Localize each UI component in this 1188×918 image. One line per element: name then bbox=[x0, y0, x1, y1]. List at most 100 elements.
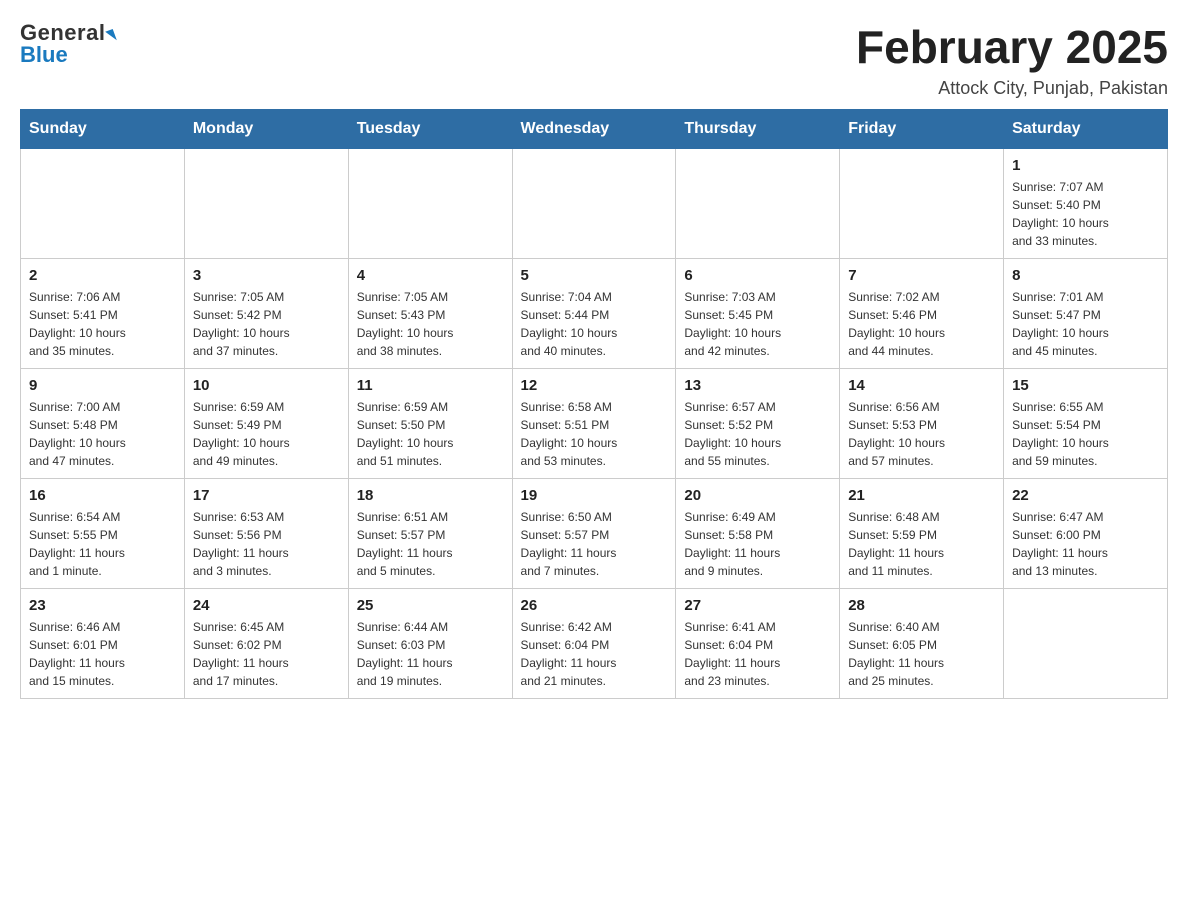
day-info: Sunrise: 6:53 AMSunset: 5:56 PMDaylight:… bbox=[193, 508, 340, 580]
day-info: Sunrise: 6:40 AMSunset: 6:05 PMDaylight:… bbox=[848, 618, 995, 690]
calendar-week-row: 16 Sunrise: 6:54 AMSunset: 5:55 PMDayligh… bbox=[21, 479, 1168, 589]
calendar-cell: 28 Sunrise: 6:40 AMSunset: 6:05 PMDayligh… bbox=[840, 589, 1004, 699]
weekday-header-tuesday: Tuesday bbox=[348, 110, 512, 149]
day-info: Sunrise: 6:45 AMSunset: 6:02 PMDaylight:… bbox=[193, 618, 340, 690]
page-header: General Blue February 2025 Attock City, … bbox=[20, 20, 1168, 99]
location: Attock City, Punjab, Pakistan bbox=[856, 78, 1168, 99]
day-number: 22 bbox=[1012, 487, 1159, 504]
day-info: Sunrise: 6:54 AMSunset: 5:55 PMDaylight:… bbox=[29, 508, 176, 580]
weekday-header-wednesday: Wednesday bbox=[512, 110, 676, 149]
day-info: Sunrise: 6:47 AMSunset: 6:00 PMDaylight:… bbox=[1012, 508, 1159, 580]
day-number: 13 bbox=[684, 377, 831, 394]
calendar-table: SundayMondayTuesdayWednesdayThursdayFrid… bbox=[20, 109, 1168, 699]
day-number: 24 bbox=[193, 597, 340, 614]
calendar-cell: 17 Sunrise: 6:53 AMSunset: 5:56 PMDayligh… bbox=[184, 479, 348, 589]
day-number: 25 bbox=[357, 597, 504, 614]
calendar-cell: 18Sunrise: 6:51 AMSunset: 5:57 PMDayligh… bbox=[348, 479, 512, 589]
day-number: 17 bbox=[193, 487, 340, 504]
title-block: February 2025 Attock City, Punjab, Pakis… bbox=[856, 20, 1168, 99]
weekday-header-saturday: Saturday bbox=[1004, 110, 1168, 149]
day-number: 2 bbox=[29, 267, 176, 284]
day-info: Sunrise: 7:05 AMSunset: 5:42 PMDaylight:… bbox=[193, 288, 340, 360]
calendar-cell: 22 Sunrise: 6:47 AMSunset: 6:00 PMDayligh… bbox=[1004, 479, 1168, 589]
calendar-cell: 6 Sunrise: 7:03 AMSunset: 5:45 PMDaylight… bbox=[676, 259, 840, 369]
calendar-week-row: 9 Sunrise: 7:00 AMSunset: 5:48 PMDaylight… bbox=[21, 369, 1168, 479]
day-info: Sunrise: 7:07 AMSunset: 5:40 PMDaylight:… bbox=[1012, 178, 1159, 250]
calendar-week-row: 2 Sunrise: 7:06 AMSunset: 5:41 PMDaylight… bbox=[21, 259, 1168, 369]
day-number: 28 bbox=[848, 597, 995, 614]
day-info: Sunrise: 6:41 AMSunset: 6:04 PMDaylight:… bbox=[684, 618, 831, 690]
calendar-cell: 27 Sunrise: 6:41 AMSunset: 6:04 PMDayligh… bbox=[676, 589, 840, 699]
day-info: Sunrise: 7:01 AMSunset: 5:47 PMDaylight:… bbox=[1012, 288, 1159, 360]
day-info: Sunrise: 7:04 AMSunset: 5:44 PMDaylight:… bbox=[521, 288, 668, 360]
day-info: Sunrise: 6:56 AMSunset: 5:53 PMDaylight:… bbox=[848, 398, 995, 470]
calendar-cell bbox=[348, 149, 512, 259]
weekday-header-friday: Friday bbox=[840, 110, 1004, 149]
calendar-week-row: 23 Sunrise: 6:46 AMSunset: 6:01 PMDayligh… bbox=[21, 589, 1168, 699]
calendar-cell: 12 Sunrise: 6:58 AMSunset: 5:51 PMDayligh… bbox=[512, 369, 676, 479]
day-number: 19 bbox=[521, 487, 668, 504]
calendar-cell: 16 Sunrise: 6:54 AMSunset: 5:55 PMDayligh… bbox=[21, 479, 185, 589]
weekday-header-thursday: Thursday bbox=[676, 110, 840, 149]
day-number: 26 bbox=[521, 597, 668, 614]
calendar-cell: 7 Sunrise: 7:02 AMSunset: 5:46 PMDaylight… bbox=[840, 259, 1004, 369]
day-number: 21 bbox=[848, 487, 995, 504]
day-info: Sunrise: 6:42 AMSunset: 6:04 PMDaylight:… bbox=[521, 618, 668, 690]
day-number: 6 bbox=[684, 267, 831, 284]
calendar-cell: 11 Sunrise: 6:59 AMSunset: 5:50 PMDayligh… bbox=[348, 369, 512, 479]
calendar-cell bbox=[1004, 589, 1168, 699]
day-info: Sunrise: 6:50 AMSunset: 5:57 PMDaylight:… bbox=[521, 508, 668, 580]
calendar-cell: 4 Sunrise: 7:05 AMSunset: 5:43 PMDaylight… bbox=[348, 259, 512, 369]
day-number: 20 bbox=[684, 487, 831, 504]
calendar-cell: 23 Sunrise: 6:46 AMSunset: 6:01 PMDayligh… bbox=[21, 589, 185, 699]
day-info: Sunrise: 7:02 AMSunset: 5:46 PMDaylight:… bbox=[848, 288, 995, 360]
day-info: Sunrise: 7:06 AMSunset: 5:41 PMDaylight:… bbox=[29, 288, 176, 360]
weekday-header-sunday: Sunday bbox=[21, 110, 185, 149]
logo-blue-text: Blue bbox=[20, 42, 68, 68]
calendar-cell bbox=[21, 149, 185, 259]
day-info: Sunrise: 6:57 AMSunset: 5:52 PMDaylight:… bbox=[684, 398, 831, 470]
calendar-cell: 5 Sunrise: 7:04 AMSunset: 5:44 PMDaylight… bbox=[512, 259, 676, 369]
day-number: 14 bbox=[848, 377, 995, 394]
calendar-cell: 10 Sunrise: 6:59 AMSunset: 5:49 PMDayligh… bbox=[184, 369, 348, 479]
day-number: 11 bbox=[357, 377, 504, 394]
day-info: Sunrise: 6:58 AMSunset: 5:51 PMDaylight:… bbox=[521, 398, 668, 470]
weekday-header-row: SundayMondayTuesdayWednesdayThursdayFrid… bbox=[21, 110, 1168, 149]
month-title: February 2025 bbox=[856, 20, 1168, 74]
day-number: 9 bbox=[29, 377, 176, 394]
calendar-cell: 1 Sunrise: 7:07 AMSunset: 5:40 PMDaylight… bbox=[1004, 149, 1168, 259]
logo-triangle-icon bbox=[106, 29, 118, 43]
day-number: 7 bbox=[848, 267, 995, 284]
day-info: Sunrise: 7:03 AMSunset: 5:45 PMDaylight:… bbox=[684, 288, 831, 360]
calendar-cell: 9 Sunrise: 7:00 AMSunset: 5:48 PMDaylight… bbox=[21, 369, 185, 479]
day-number: 12 bbox=[521, 377, 668, 394]
calendar-cell: 2 Sunrise: 7:06 AMSunset: 5:41 PMDaylight… bbox=[21, 259, 185, 369]
day-info: Sunrise: 7:00 AMSunset: 5:48 PMDaylight:… bbox=[29, 398, 176, 470]
calendar-cell: 19 Sunrise: 6:50 AMSunset: 5:57 PMDayligh… bbox=[512, 479, 676, 589]
logo: General Blue bbox=[20, 20, 115, 68]
day-info: Sunrise: 6:59 AMSunset: 5:50 PMDaylight:… bbox=[357, 398, 504, 470]
calendar-cell: 25Sunrise: 6:44 AMSunset: 6:03 PMDayligh… bbox=[348, 589, 512, 699]
day-number: 10 bbox=[193, 377, 340, 394]
day-number: 18 bbox=[357, 487, 504, 504]
calendar-cell: 20 Sunrise: 6:49 AMSunset: 5:58 PMDayligh… bbox=[676, 479, 840, 589]
day-info: Sunrise: 7:05 AMSunset: 5:43 PMDaylight:… bbox=[357, 288, 504, 360]
day-number: 5 bbox=[521, 267, 668, 284]
day-info: Sunrise: 6:59 AMSunset: 5:49 PMDaylight:… bbox=[193, 398, 340, 470]
day-info: Sunrise: 6:49 AMSunset: 5:58 PMDaylight:… bbox=[684, 508, 831, 580]
calendar-cell: 15 Sunrise: 6:55 AMSunset: 5:54 PMDayligh… bbox=[1004, 369, 1168, 479]
calendar-cell: 26 Sunrise: 6:42 AMSunset: 6:04 PMDayligh… bbox=[512, 589, 676, 699]
day-info: Sunrise: 6:46 AMSunset: 6:01 PMDaylight:… bbox=[29, 618, 176, 690]
day-number: 4 bbox=[357, 267, 504, 284]
calendar-cell: 3Sunrise: 7:05 AMSunset: 5:42 PMDaylight… bbox=[184, 259, 348, 369]
day-number: 23 bbox=[29, 597, 176, 614]
day-number: 1 bbox=[1012, 157, 1159, 174]
day-number: 16 bbox=[29, 487, 176, 504]
calendar-cell bbox=[840, 149, 1004, 259]
day-number: 15 bbox=[1012, 377, 1159, 394]
calendar-cell: 21 Sunrise: 6:48 AMSunset: 5:59 PMDayligh… bbox=[840, 479, 1004, 589]
calendar-cell bbox=[184, 149, 348, 259]
day-info: Sunrise: 6:55 AMSunset: 5:54 PMDaylight:… bbox=[1012, 398, 1159, 470]
day-number: 27 bbox=[684, 597, 831, 614]
day-info: Sunrise: 6:48 AMSunset: 5:59 PMDaylight:… bbox=[848, 508, 995, 580]
